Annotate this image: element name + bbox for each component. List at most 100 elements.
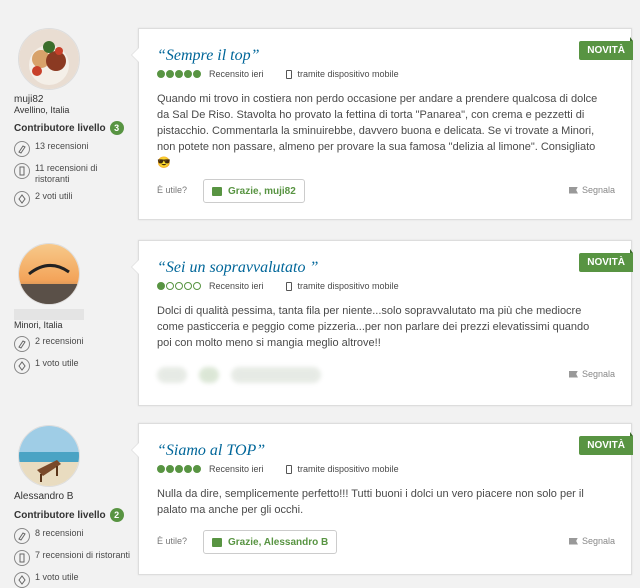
report-link[interactable]: Segnala bbox=[568, 536, 615, 546]
report-link[interactable]: Segnala bbox=[568, 185, 615, 195]
rating-bubble bbox=[157, 465, 165, 473]
rating-bubble bbox=[157, 70, 165, 78]
member-info: Alessandro B Contributore livello 2 8 re… bbox=[14, 425, 134, 588]
stat-text: 11 recensioni di ristoranti bbox=[35, 163, 98, 184]
level-label: Contributore livello bbox=[14, 509, 106, 521]
rating-bubble bbox=[184, 282, 192, 290]
level-badge: 3 bbox=[109, 121, 124, 135]
device-text: tramite dispositivo mobile bbox=[297, 464, 399, 474]
avatar[interactable] bbox=[18, 28, 80, 90]
stat-text: 1 voto utile bbox=[35, 572, 79, 582]
report-label: Segnala bbox=[581, 536, 615, 546]
user-location: Avellino, Italia bbox=[14, 105, 70, 115]
device-text: tramite dispositivo mobile bbox=[297, 69, 399, 79]
pen-icon bbox=[14, 336, 30, 352]
rating-bubbles bbox=[157, 282, 201, 290]
stat-text: 7 recensioni di ristoranti bbox=[35, 550, 131, 560]
stat-text: 1 voto utile bbox=[35, 358, 79, 368]
avatar[interactable] bbox=[18, 243, 80, 305]
avatar[interactable] bbox=[18, 425, 80, 487]
phone-icon bbox=[285, 281, 292, 291]
thanks-button[interactable]: Grazie, Alessandro B bbox=[203, 530, 338, 554]
helpful-label: È utile? bbox=[157, 185, 188, 195]
review-date: Recensito ieri bbox=[209, 69, 264, 79]
review-text: Nulla da dire, semplicemente perfetto!!!… bbox=[157, 488, 584, 516]
stat-reviews[interactable]: 13 recensioni bbox=[14, 141, 134, 157]
contributor-level: Contributore livello 3 bbox=[14, 121, 134, 135]
username[interactable] bbox=[14, 309, 84, 320]
mobile-device: tramite dispositivo mobile bbox=[285, 464, 399, 474]
review-title[interactable]: “Sei un sopravvalutato ” bbox=[157, 259, 318, 277]
rating-bubble bbox=[166, 465, 174, 473]
stat-text: 13 recensioni bbox=[35, 141, 89, 151]
new-badge: NOVITÀ bbox=[579, 249, 633, 272]
review-date: Recensito ieri bbox=[209, 464, 264, 474]
contributor-level: Contributore livello 2 bbox=[14, 508, 134, 522]
thumbs-up-icon bbox=[212, 537, 222, 547]
rating-bubbles bbox=[157, 465, 201, 473]
review-meta: Recensito ieri tramite dispositivo mobil… bbox=[157, 69, 399, 79]
stat-text: 2 recensioni bbox=[35, 336, 84, 346]
report-label: Segnala bbox=[581, 369, 615, 379]
stat-helpful-votes[interactable]: 2 voti utili bbox=[14, 191, 134, 207]
flag-icon bbox=[568, 186, 578, 194]
stat-restaurant-reviews[interactable]: 7 recensioni di ristoranti bbox=[14, 550, 134, 566]
level-label: Contributore livello bbox=[14, 122, 106, 134]
rating-bubble bbox=[193, 282, 201, 290]
member-info: Minori, Italia 2 recensioni 1 voto utile bbox=[14, 243, 134, 374]
thanks-label: Grazie, Alessandro B bbox=[228, 536, 329, 548]
helpful-label: È utile? bbox=[157, 536, 188, 546]
stat-text: 2 voti utili bbox=[35, 191, 73, 201]
rating-bubble bbox=[166, 282, 174, 290]
restaurant-icon bbox=[14, 163, 30, 179]
rating-bubble bbox=[175, 465, 183, 473]
rating-bubble bbox=[175, 282, 183, 290]
member-info: muji82 Avellino, Italia Contributore liv… bbox=[14, 28, 134, 207]
mobile-device: tramite dispositivo mobile bbox=[285, 69, 399, 79]
rating-bubble bbox=[193, 465, 201, 473]
stat-text: 8 recensioni bbox=[35, 528, 84, 538]
blurred-actions bbox=[157, 365, 337, 385]
stat-helpful-votes[interactable]: 1 voto utile bbox=[14, 358, 134, 374]
report-label: Segnala bbox=[581, 185, 615, 195]
rating-bubble bbox=[184, 465, 192, 473]
username[interactable]: Alessandro B bbox=[14, 491, 134, 502]
pen-icon bbox=[14, 528, 30, 544]
stat-reviews[interactable]: 8 recensioni bbox=[14, 528, 134, 544]
rating-bubble bbox=[157, 282, 165, 290]
review-text: Quando mi trovo in costiera non perdo oc… bbox=[157, 93, 598, 169]
review-meta: Recensito ieri tramite dispositivo mobil… bbox=[157, 464, 399, 474]
rating-bubbles bbox=[157, 70, 201, 78]
thanks-button[interactable]: Grazie, muji82 bbox=[203, 179, 305, 203]
review-card: NOVITÀ “Sei un sopravvalutato ” Recensit… bbox=[131, 240, 633, 406]
rating-bubble bbox=[175, 70, 183, 78]
report-link[interactable]: Segnala bbox=[568, 369, 615, 379]
rating-bubble bbox=[166, 70, 174, 78]
review-meta: Recensito ieri tramite dispositivo mobil… bbox=[157, 281, 399, 291]
thumbs-up-icon bbox=[212, 186, 222, 196]
review-card: NOVITÀ “Siamo al TOP” Recensito ieri tra… bbox=[131, 423, 633, 575]
flag-icon bbox=[568, 537, 578, 545]
pen-icon bbox=[14, 141, 30, 157]
rating-bubble bbox=[184, 70, 192, 78]
flag-icon bbox=[568, 370, 578, 378]
phone-icon bbox=[285, 464, 292, 474]
review-text: Dolci di qualità pessima, tanta fila per… bbox=[157, 305, 590, 349]
stat-reviews[interactable]: 2 recensioni bbox=[14, 336, 134, 352]
thumb-icon bbox=[14, 191, 30, 207]
review-card: NOVITÀ “Sempre il top” Recensito ieri tr… bbox=[131, 28, 633, 220]
thumb-icon bbox=[14, 358, 30, 374]
device-text: tramite dispositivo mobile bbox=[297, 281, 399, 291]
stat-restaurant-reviews[interactable]: 11 recensioni di ristoranti bbox=[14, 163, 134, 185]
new-badge: NOVITÀ bbox=[579, 37, 633, 60]
user-location: Minori, Italia bbox=[14, 320, 63, 330]
level-badge: 2 bbox=[109, 508, 124, 522]
review-title[interactable]: “Sempre il top” bbox=[157, 47, 260, 65]
restaurant-icon bbox=[14, 550, 30, 566]
review-title[interactable]: “Siamo al TOP” bbox=[157, 442, 265, 460]
mobile-device: tramite dispositivo mobile bbox=[285, 281, 399, 291]
thanks-label: Grazie, muji82 bbox=[228, 185, 296, 197]
review-date: Recensito ieri bbox=[209, 281, 264, 291]
username[interactable]: muji82 bbox=[14, 94, 134, 105]
phone-icon bbox=[285, 69, 292, 79]
